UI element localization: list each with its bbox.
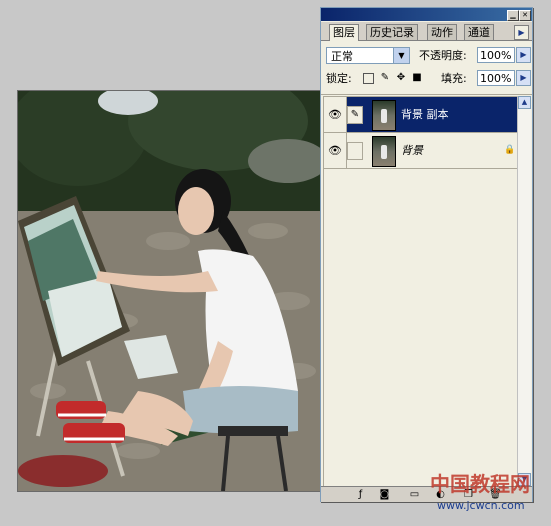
lock-all-icon[interactable]: ■: [411, 72, 423, 84]
layer-style-icon[interactable]: ƒ: [355, 489, 366, 500]
layer-row-background-copy[interactable]: 👁 ✎ 背景 副本: [324, 97, 517, 133]
link-cell[interactable]: [347, 142, 363, 160]
palette-tabs: 图层 历史记录 动作 通道 ▶: [321, 22, 532, 41]
lock-transparency-icon[interactable]: [363, 73, 374, 84]
lock-icon: 🔒: [504, 145, 516, 155]
watermark-url: www.jcwcn.com: [437, 499, 525, 512]
palette-titlebar[interactable]: ▁ ✕: [321, 8, 532, 21]
fill-label: 填充:: [441, 72, 467, 85]
lock-move-icon[interactable]: ✥: [395, 72, 407, 84]
tab-history[interactable]: 历史记录: [366, 24, 418, 40]
tab-channels[interactable]: 通道: [464, 24, 494, 40]
watermark-logo-text: 中国教程网: [430, 472, 530, 496]
opacity-label: 不透明度:: [419, 49, 467, 62]
tab-layers[interactable]: 图层: [329, 24, 359, 41]
fill-field[interactable]: 100%: [477, 70, 515, 86]
layer-thumbnail: [372, 136, 396, 167]
chevron-down-icon[interactable]: ▼: [393, 48, 409, 63]
layer-list-scrollbar[interactable]: ▲ ▼: [517, 96, 531, 486]
eye-icon[interactable]: 👁: [324, 97, 347, 132]
image-canvas[interactable]: [17, 90, 321, 492]
layer-thumbnail: [372, 100, 396, 131]
palette-menu-arrow-icon[interactable]: ▶: [514, 25, 529, 40]
tab-actions[interactable]: 动作: [427, 24, 457, 40]
blend-mode-select[interactable]: 正常 ▼: [326, 47, 410, 64]
brush-icon[interactable]: ✎: [347, 106, 363, 124]
divider: [321, 94, 532, 95]
minimize-icon[interactable]: ▁: [507, 10, 519, 21]
scroll-up-icon[interactable]: ▲: [518, 96, 531, 109]
opacity-arrow-icon[interactable]: ▶: [516, 47, 531, 63]
add-mask-icon[interactable]: ◙: [379, 489, 390, 500]
eye-icon[interactable]: 👁: [324, 133, 347, 168]
layer-name[interactable]: 背景: [401, 133, 423, 168]
layers-palette: ▁ ✕ 图层 历史记录 动作 通道 ▶ 正常 ▼ 不透明度: 100% ▶ 锁定…: [320, 7, 533, 502]
close-icon[interactable]: ✕: [519, 10, 531, 21]
photo-girl-painting: [18, 91, 320, 491]
new-group-icon[interactable]: ▭: [409, 489, 420, 500]
lock-label: 锁定:: [326, 72, 352, 85]
blend-mode-value: 正常: [331, 50, 353, 63]
fill-arrow-icon[interactable]: ▶: [516, 70, 531, 86]
lock-paint-brush-icon[interactable]: ✎: [379, 72, 391, 84]
opacity-field[interactable]: 100%: [477, 47, 515, 63]
layer-name[interactable]: 背景 副本: [401, 97, 449, 132]
layer-list: 👁 ✎ 背景 副本 👁 背景 🔒: [323, 96, 518, 488]
layer-row-background[interactable]: 👁 背景 🔒: [324, 133, 517, 169]
